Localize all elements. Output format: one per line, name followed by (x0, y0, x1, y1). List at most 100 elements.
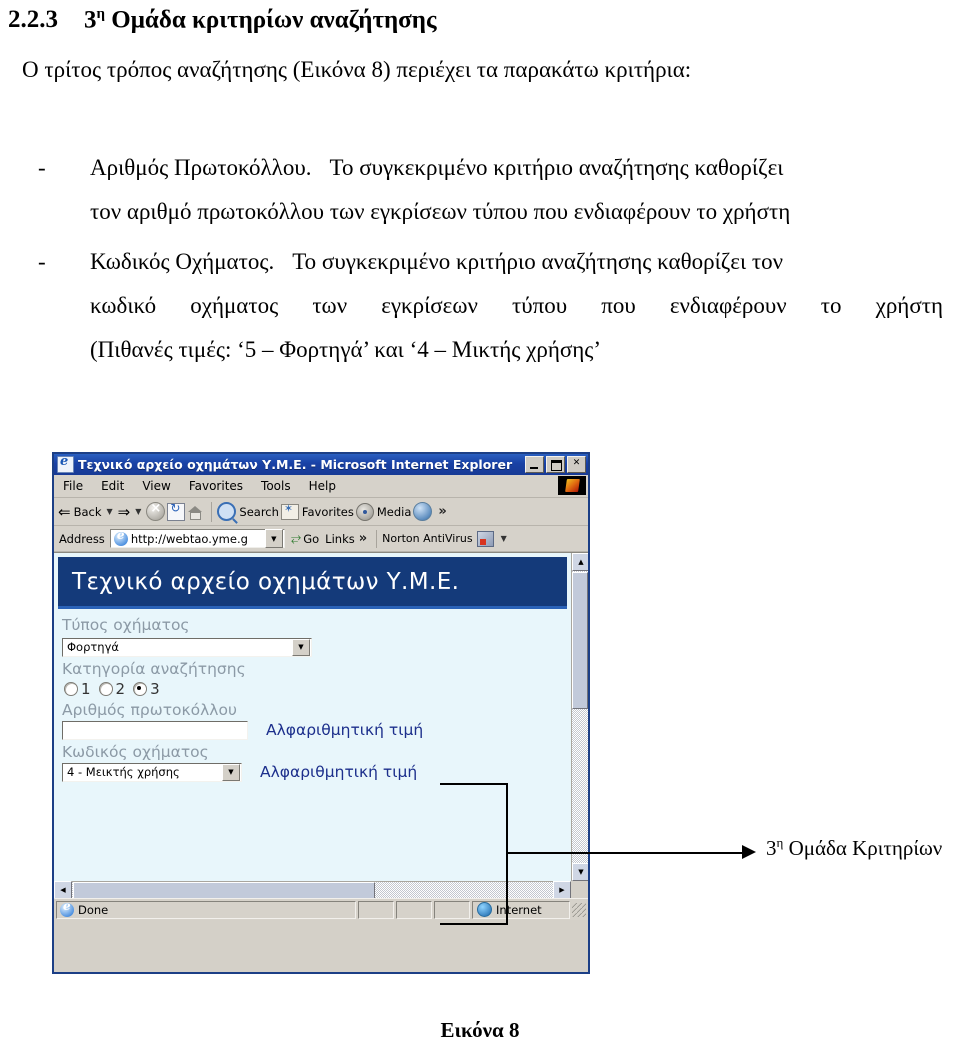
links-label: Links (325, 531, 355, 546)
vehicle-type-select[interactable]: Φορτηγά ▼ (62, 637, 312, 657)
vehicle-code-row: 4 - Μεικτής χρήσης ▼ Αλφαριθμητική τιμή (62, 762, 571, 782)
back-button[interactable]: ⇐ Back (58, 502, 102, 521)
radio-option-3[interactable]: 3 (133, 680, 160, 698)
bullet-body: Κωδικός Οχήματος. Το συγκεκριμένο κριτήρι… (90, 240, 943, 372)
chevron-down-icon[interactable]: ▼ (222, 763, 240, 781)
toolbar-overflow-icon[interactable]: » (438, 504, 446, 519)
favorites-icon (280, 502, 299, 520)
scroll-down-button[interactable]: ▼ (572, 863, 588, 881)
search-category-radio-group: 1 2 3 (64, 680, 571, 698)
maximize-button[interactable] (546, 456, 565, 473)
heading-text: Ομάδα κριτηρίων αναζήτησης (111, 6, 437, 34)
resize-grip[interactable] (572, 902, 586, 917)
stop-button[interactable] (146, 501, 166, 521)
search-icon (217, 502, 237, 521)
browser-window: Τεχνικό αρχείο οχημάτων Υ.Μ.Ε. - Microso… (52, 452, 590, 974)
links-overflow-icon[interactable]: » (359, 531, 367, 546)
window-controls: ✕ (525, 456, 586, 473)
home-button[interactable] (187, 504, 204, 520)
figure-caption: Εικόνα 8 (440, 1018, 520, 1042)
media-button[interactable]: Media (355, 502, 411, 521)
menu-item-tools[interactable]: Tools (252, 479, 300, 493)
bullet-lead: Κωδικός Οχήματος. (90, 249, 275, 274)
refresh-button[interactable] (167, 501, 186, 521)
radio-label: 2 (115, 679, 126, 698)
chevron-down-icon[interactable]: ▼ (292, 638, 310, 656)
browser-titlebar: Τεχνικό αρχείο οχημάτων Υ.Μ.Ε. - Microso… (54, 454, 588, 475)
menu-item-favorites[interactable]: Favorites (180, 479, 252, 493)
site-header: Τεχνικό αρχείο οχημάτων Υ.Μ.Ε. (58, 557, 567, 609)
bullet-body: Αριθμός Πρωτοκόλλου. Το συγκεκριμένο κριτ… (90, 146, 943, 234)
bullet-line-3: (Πιθανές τιμές: ‘5 – Φορτηγά’ και ‘4 – Μ… (90, 337, 602, 362)
status-cell-3 (434, 900, 470, 919)
address-input[interactable]: http://webtao.yme.g ▼ (109, 528, 285, 548)
menu-item-file[interactable]: File (54, 479, 92, 493)
vehicle-code-label: Κωδικός οχήματος (62, 742, 209, 761)
radio-icon (98, 681, 113, 696)
go-label: Go (303, 531, 320, 546)
protocol-number-input[interactable] (62, 720, 248, 740)
callout-label: 3η Ομάδα Κριτηρίων (766, 835, 942, 861)
security-zone[interactable]: Internet (472, 900, 570, 919)
norton-antivirus-toolbar[interactable]: Norton AntiVirus ▼ (382, 530, 512, 547)
menu-item-edit[interactable]: Edit (92, 479, 133, 493)
heading-ordinal-base: 3 (84, 6, 97, 34)
callout-label-text: Ομάδα Κριτηρίων (783, 836, 943, 860)
favorites-button[interactable]: Favorites (280, 502, 354, 520)
back-dropdown-icon[interactable]: ▼ (107, 507, 113, 516)
heading-ordinal-suffix: η (96, 6, 106, 22)
addressbar-divider (376, 529, 378, 548)
protocol-number-hint: Αλφαριθμητική τιμή (266, 721, 424, 739)
radio-icon-selected (133, 681, 148, 696)
close-button[interactable]: ✕ (567, 456, 586, 473)
address-dropdown-icon[interactable]: ▼ (264, 529, 283, 548)
norton-label: Norton AntiVirus (382, 532, 473, 545)
status-cell-2 (396, 900, 432, 919)
radio-option-1[interactable]: 1 (64, 680, 91, 698)
scroll-up-button[interactable]: ▲ (572, 553, 588, 571)
links-button[interactable]: Links » (325, 531, 367, 546)
menu-bar: File Edit View Favorites Tools Help (54, 475, 588, 498)
radio-icon (64, 681, 78, 696)
horizontal-scrollbar[interactable]: ◀ ▶ (54, 881, 571, 898)
minimize-button[interactable] (525, 456, 544, 473)
address-label: Address (59, 531, 105, 546)
vehicle-code-value: 4 - Μεικτής χρήσης (67, 765, 180, 779)
history-button[interactable] (413, 502, 433, 521)
bullet-line-2: τον αριθμό πρωτοκόλλου των εγκρίσεων τύπ… (90, 199, 791, 224)
address-value: http://webtao.yme.g (130, 531, 248, 546)
arrow-left-icon: ⇐ (58, 502, 71, 521)
window-title: Τεχνικό αρχείο οχημάτων Υ.Μ.Ε. - Microso… (78, 457, 513, 472)
norton-dropdown-icon[interactable]: ▼ (501, 534, 507, 543)
go-button[interactable]: ⥂ Go (291, 531, 319, 546)
bullet-item-vehicle-code: - Κωδικός Οχήματος. Το συγκεκριμένο κριτή… (38, 240, 943, 372)
refresh-icon (167, 501, 186, 521)
arrow-right-icon: ⇒ (117, 502, 131, 521)
status-cell-1 (358, 900, 394, 919)
horizontal-scroll-thumb[interactable] (73, 881, 375, 898)
page-status-icon (60, 899, 74, 917)
scroll-right-button[interactable]: ▶ (553, 881, 571, 898)
vertical-scroll-thumb[interactable] (572, 572, 588, 709)
menu-item-view[interactable]: View (133, 479, 179, 493)
search-button[interactable]: Search (217, 502, 279, 521)
bullet-lead: Αριθμός Πρωτοκόλλου. (90, 155, 312, 180)
menu-item-help[interactable]: Help (300, 479, 345, 493)
callout-arrow-head (742, 845, 756, 859)
bullet-line-1: Αριθμός Πρωτοκόλλου. Το συγκεκριμένο κριτ… (90, 146, 943, 190)
globe-icon (413, 502, 433, 521)
forward-dropdown-icon[interactable]: ▼ (135, 507, 141, 516)
page-icon (113, 528, 128, 546)
scroll-left-button[interactable]: ◀ (54, 881, 72, 898)
vehicle-code-select[interactable]: 4 - Μεικτής χρήσης ▼ (62, 762, 242, 782)
callout-label-base: 3 (766, 836, 777, 860)
vertical-scrollbar[interactable]: ▲ ▼ (571, 553, 588, 881)
stop-icon (146, 501, 166, 521)
status-message: Done (56, 899, 356, 919)
forward-button[interactable]: ⇒ (117, 502, 131, 521)
windows-flag-logo (558, 476, 586, 495)
radio-option-2[interactable]: 2 (98, 679, 126, 698)
toolbar-divider (211, 501, 213, 522)
internet-zone-icon (477, 902, 492, 917)
bullet-line-1-text: Το συγκεκριμένο κριτήριο αναζήτησης καθο… (292, 249, 784, 274)
